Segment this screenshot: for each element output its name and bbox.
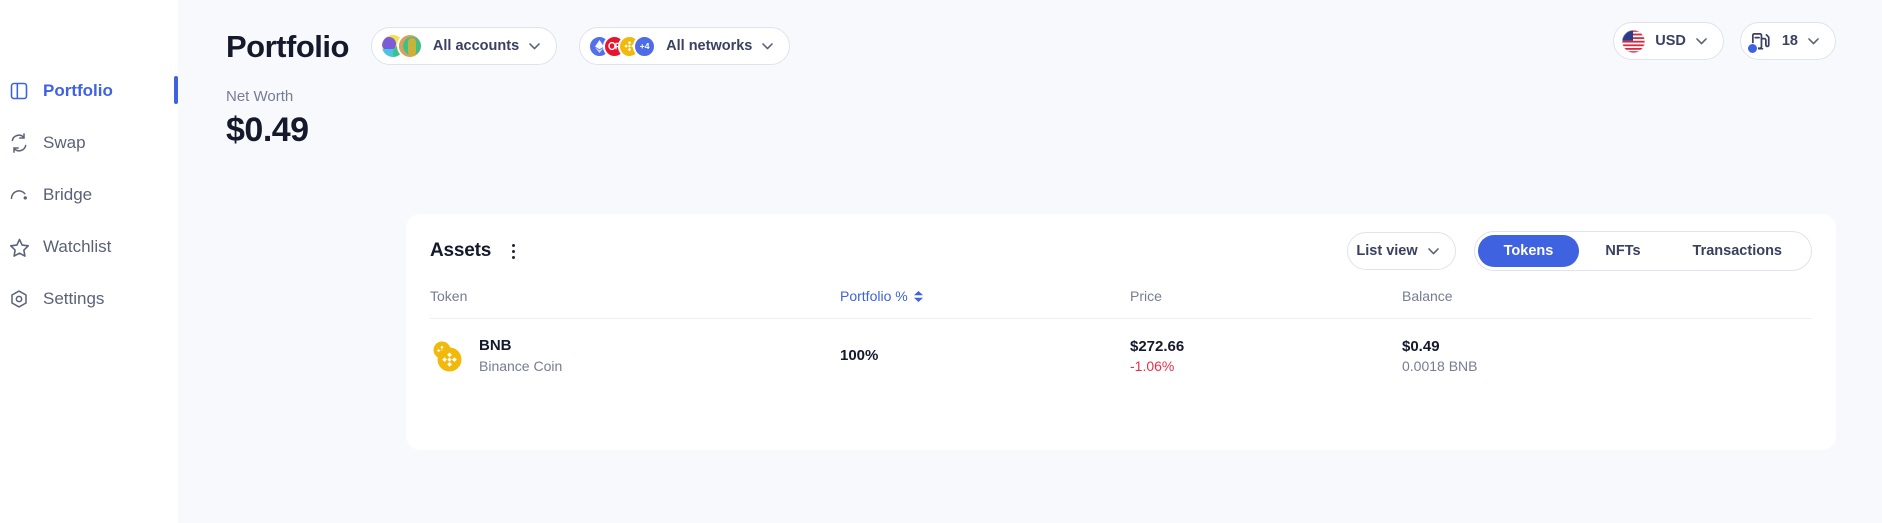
- price-change: -1.06%: [1130, 357, 1175, 374]
- column-header-balance: Balance: [1402, 288, 1453, 304]
- sidebar-item-watchlist[interactable]: Watchlist: [0, 232, 178, 262]
- net-worth-value: $0.49: [226, 111, 309, 149]
- column-header-portfolio-pct[interactable]: Portfolio %: [840, 288, 1130, 318]
- main-content: Portfolio All accounts +4 All networks U…: [178, 0, 1882, 523]
- sidebar-item-label: Bridge: [43, 185, 93, 204]
- price-cell: $272.66 -1.06%: [1130, 336, 1402, 377]
- gas-price-indicator[interactable]: 18: [1739, 22, 1836, 60]
- token-identity: BNB Binance Coin: [479, 336, 562, 375]
- sidebar-item-settings[interactable]: Settings: [0, 284, 178, 314]
- gas-status-badge: [1746, 42, 1758, 54]
- app-root: Portfolio Swap Bridge Watchlist Settings…: [0, 0, 1882, 523]
- assets-card-controls: List view Tokens NFTs Transactions: [1347, 231, 1812, 271]
- token-price: $272.66: [1130, 337, 1185, 355]
- sidebar-item-label: Watchlist: [43, 237, 112, 256]
- bridge-arc-icon: [8, 184, 30, 206]
- account-avatars: [379, 33, 423, 59]
- token-cell: BNB Binance Coin: [430, 336, 840, 375]
- balance-cell: $0.49 0.0018 BNB: [1402, 336, 1812, 377]
- gas-label: 18: [1781, 33, 1798, 49]
- table-row[interactable]: BNB Binance Coin 100% $272.66 -1.06% $0.…: [430, 319, 1812, 393]
- accounts-filter-dropdown[interactable]: All accounts: [370, 27, 558, 65]
- layout-panel-icon: [8, 80, 30, 102]
- accounts-filter-label: All accounts: [432, 38, 520, 54]
- balance-quantity: 0.0018 BNB: [1402, 357, 1478, 374]
- sidebar-item-label: Portfolio: [43, 81, 113, 100]
- token-name: Binance Coin: [479, 357, 563, 374]
- balance-usd: $0.49: [1402, 337, 1440, 355]
- currency-selector[interactable]: USD: [1613, 22, 1724, 60]
- top-bar-right-controls: USD 18: [1613, 22, 1836, 60]
- portfolio-pct-value: 100%: [840, 347, 879, 364]
- sidebar-item-portfolio[interactable]: Portfolio: [0, 76, 178, 106]
- chevron-down-icon: [762, 42, 774, 50]
- chevron-down-icon: [1696, 37, 1707, 45]
- networks-filter-dropdown[interactable]: +4 All networks: [579, 27, 791, 65]
- sidebar-item-bridge[interactable]: Bridge: [0, 180, 178, 210]
- gas-pump-icon: [1746, 30, 1772, 54]
- settings-gear-icon: [8, 288, 30, 310]
- more-networks-badge: +4: [633, 34, 657, 58]
- assets-card-header: Assets List view Tokens NFTs Transaction…: [430, 214, 1812, 288]
- sidebar: Portfolio Swap Bridge Watchlist Settings: [0, 0, 178, 523]
- column-header-price: Price: [1130, 288, 1162, 304]
- kebab-menu-icon[interactable]: [505, 242, 521, 260]
- avatar: [396, 33, 423, 59]
- star-icon: [8, 236, 30, 258]
- currency-label: USD: [1655, 33, 1686, 49]
- sort-arrows-icon: [913, 290, 923, 302]
- tab-transactions[interactable]: Transactions: [1667, 235, 1808, 267]
- page-title: Portfolio: [226, 28, 349, 64]
- chevron-down-icon: [529, 42, 540, 50]
- view-selector-label: List view: [1356, 243, 1418, 259]
- assets-title: Assets: [430, 240, 492, 261]
- sidebar-item-label: Swap: [43, 133, 86, 152]
- table-header-row: Token Portfolio % Price Balance: [430, 288, 1812, 319]
- net-worth-label: Net Worth: [226, 88, 294, 105]
- assets-card: Assets List view Tokens NFTs Transaction…: [406, 214, 1836, 450]
- token-symbol: BNB: [479, 337, 512, 355]
- portfolio-pct-cell: 100%: [840, 347, 1130, 365]
- sidebar-item-swap[interactable]: Swap: [0, 128, 178, 158]
- view-selector-dropdown[interactable]: List view: [1347, 232, 1456, 270]
- tab-tokens[interactable]: Tokens: [1477, 235, 1580, 267]
- column-header-label: Portfolio %: [840, 288, 908, 304]
- us-flag-icon: [1622, 29, 1646, 53]
- tab-nfts[interactable]: NFTs: [1579, 235, 1666, 267]
- net-worth-section: Net Worth $0.49: [178, 70, 1882, 150]
- assets-tab-group: Tokens NFTs Transactions: [1473, 231, 1812, 271]
- bnb-token-icon: [430, 339, 464, 373]
- assets-table: Token Portfolio % Price Balance BNB Bina…: [430, 288, 1812, 393]
- networks-filter-label: All networks: [666, 38, 753, 54]
- chevron-down-icon: [1427, 247, 1439, 255]
- sidebar-item-label: Settings: [43, 289, 105, 308]
- column-header-token: Token: [430, 288, 468, 304]
- chevron-down-icon: [1808, 37, 1819, 45]
- swap-arrows-icon: [8, 132, 30, 154]
- network-icons: +4: [588, 34, 657, 58]
